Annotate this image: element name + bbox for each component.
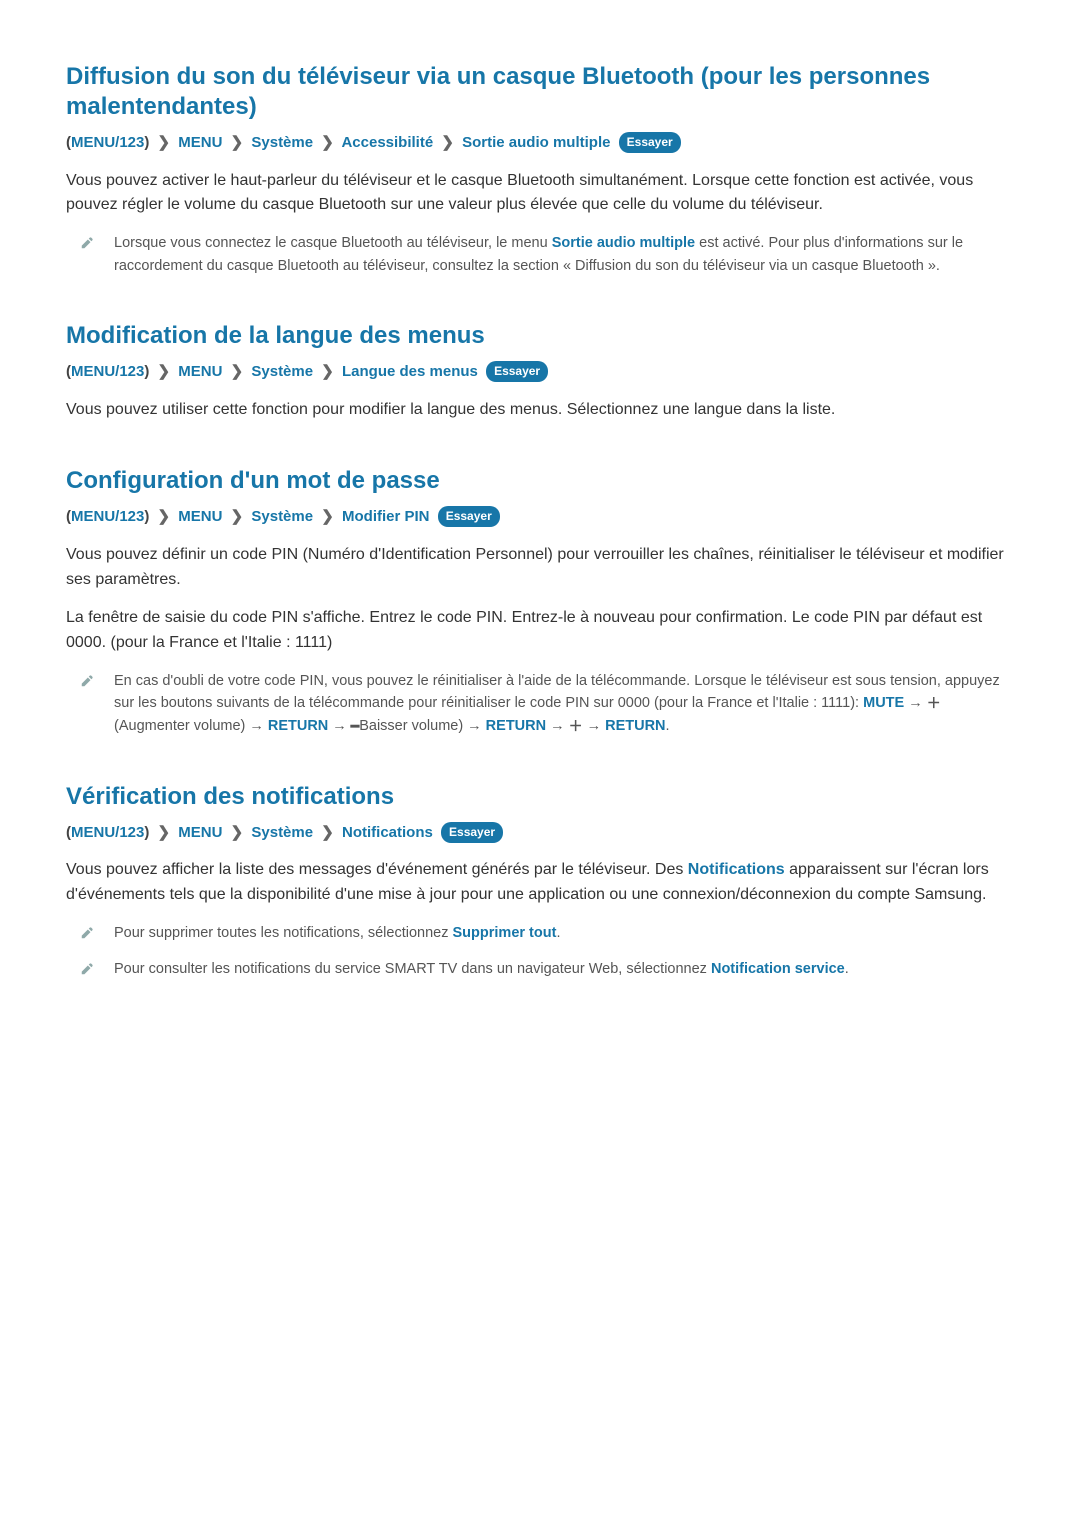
crumb-accessibilite[interactable]: Accessibilité (341, 134, 433, 151)
crumb-systeme[interactable]: Système (251, 508, 313, 525)
try-now-button[interactable]: Essayer (441, 822, 503, 843)
crumb-menu123[interactable]: MENU/123 (71, 508, 144, 525)
key-return: RETURN (268, 718, 328, 734)
crumb-menu[interactable]: MENU (178, 134, 222, 151)
breadcrumb: (MENU/123) ❯ MENU ❯ Système ❯ Accessibil… (66, 132, 1014, 155)
key-return: RETURN (605, 718, 665, 734)
section-notifications: Vérification des notifications (MENU/123… (66, 782, 1014, 984)
crumb-sortie[interactable]: Sortie audio multiple (462, 134, 610, 151)
crumb-systeme[interactable]: Système (251, 824, 313, 841)
pencil-icon (80, 670, 96, 738)
heading: Configuration d'un mot de passe (66, 466, 1014, 496)
crumb-menu[interactable]: MENU (178, 508, 222, 525)
crumb-systeme[interactable]: Système (251, 363, 313, 380)
highlight-term: Notification service (711, 961, 845, 977)
try-now-button[interactable]: Essayer (438, 506, 500, 527)
pencil-icon (80, 232, 96, 277)
paragraph: La fenêtre de saisie du code PIN s'affic… (66, 606, 1014, 656)
crumb-menu123[interactable]: MENU/123 (71, 824, 144, 841)
breadcrumb: (MENU/123) ❯ MENU ❯ Système ❯ Langue des… (66, 361, 1014, 384)
chevron-right-icon: ❯ (158, 132, 171, 155)
note: Lorsque vous connectez le casque Bluetoo… (80, 232, 1014, 277)
crumb-menu[interactable]: MENU (178, 824, 222, 841)
pencil-icon (80, 958, 96, 984)
crumb-systeme[interactable]: Système (251, 134, 313, 151)
chevron-right-icon: ❯ (441, 132, 454, 155)
paragraph: Vous pouvez afficher la liste des messag… (66, 858, 1014, 908)
highlight-term: Notifications (688, 861, 785, 878)
crumb-menu123[interactable]: MENU/123 (71, 134, 144, 151)
note-text: Pour consulter les notifications du serv… (114, 958, 849, 984)
crumb-menu[interactable]: MENU (178, 363, 222, 380)
plus-icon: ＋ (927, 693, 941, 715)
heading: Modification de la langue des menus (66, 321, 1014, 351)
heading: Diffusion du son du téléviseur via un ca… (66, 62, 1014, 122)
breadcrumb: (MENU/123) ❯ MENU ❯ Système ❯ Notificati… (66, 822, 1014, 845)
highlight-term: Sortie audio multiple (552, 235, 695, 251)
heading: Vérification des notifications (66, 782, 1014, 812)
plus-icon: ＋ (569, 716, 583, 738)
pencil-icon (80, 922, 96, 948)
chevron-right-icon: ❯ (321, 361, 334, 384)
chevron-right-icon: ❯ (231, 822, 244, 845)
chevron-right-icon: ❯ (158, 822, 171, 845)
note-text: En cas d'oubli de votre code PIN, vous p… (114, 670, 1014, 738)
breadcrumb: (MENU/123) ❯ MENU ❯ Système ❯ Modifier P… (66, 506, 1014, 529)
section-password: Configuration d'un mot de passe (MENU/12… (66, 466, 1014, 738)
chevron-right-icon: ❯ (231, 361, 244, 384)
highlight-term: Supprimer tout (453, 925, 557, 941)
try-now-button[interactable]: Essayer (486, 361, 548, 382)
crumb-langue[interactable]: Langue des menus (342, 363, 478, 380)
crumb-notifications[interactable]: Notifications (342, 824, 433, 841)
chevron-right-icon: ❯ (158, 506, 171, 529)
chevron-right-icon: ❯ (321, 822, 334, 845)
paragraph: Vous pouvez activer le haut-parleur du t… (66, 169, 1014, 219)
note: Pour consulter les notifications du serv… (80, 958, 1014, 984)
note: Pour supprimer toutes les notifications,… (80, 922, 1014, 948)
paragraph: Vous pouvez définir un code PIN (Numéro … (66, 543, 1014, 593)
chevron-right-icon: ❯ (231, 132, 244, 155)
chevron-right-icon: ❯ (158, 361, 171, 384)
minus-icon: ━ (351, 716, 359, 738)
chevron-right-icon: ❯ (321, 132, 334, 155)
key-return: RETURN (486, 718, 546, 734)
paragraph: Vous pouvez utiliser cette fonction pour… (66, 398, 1014, 423)
key-mute: MUTE (863, 695, 904, 711)
chevron-right-icon: ❯ (231, 506, 244, 529)
crumb-pin[interactable]: Modifier PIN (342, 508, 430, 525)
note: En cas d'oubli de votre code PIN, vous p… (80, 670, 1014, 738)
note-text: Lorsque vous connectez le casque Bluetoo… (114, 232, 1014, 277)
chevron-right-icon: ❯ (321, 506, 334, 529)
section-bluetooth-audio: Diffusion du son du téléviseur via un ca… (66, 62, 1014, 277)
note-text: Pour supprimer toutes les notifications,… (114, 922, 560, 948)
crumb-menu123[interactable]: MENU/123 (71, 363, 144, 380)
try-now-button[interactable]: Essayer (619, 132, 681, 153)
section-menu-language: Modification de la langue des menus (MEN… (66, 321, 1014, 422)
